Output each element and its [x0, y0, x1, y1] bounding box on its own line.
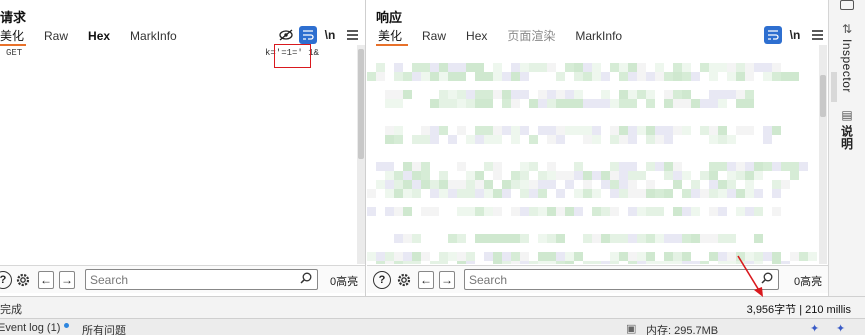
- annotation-arrow: [737, 255, 763, 297]
